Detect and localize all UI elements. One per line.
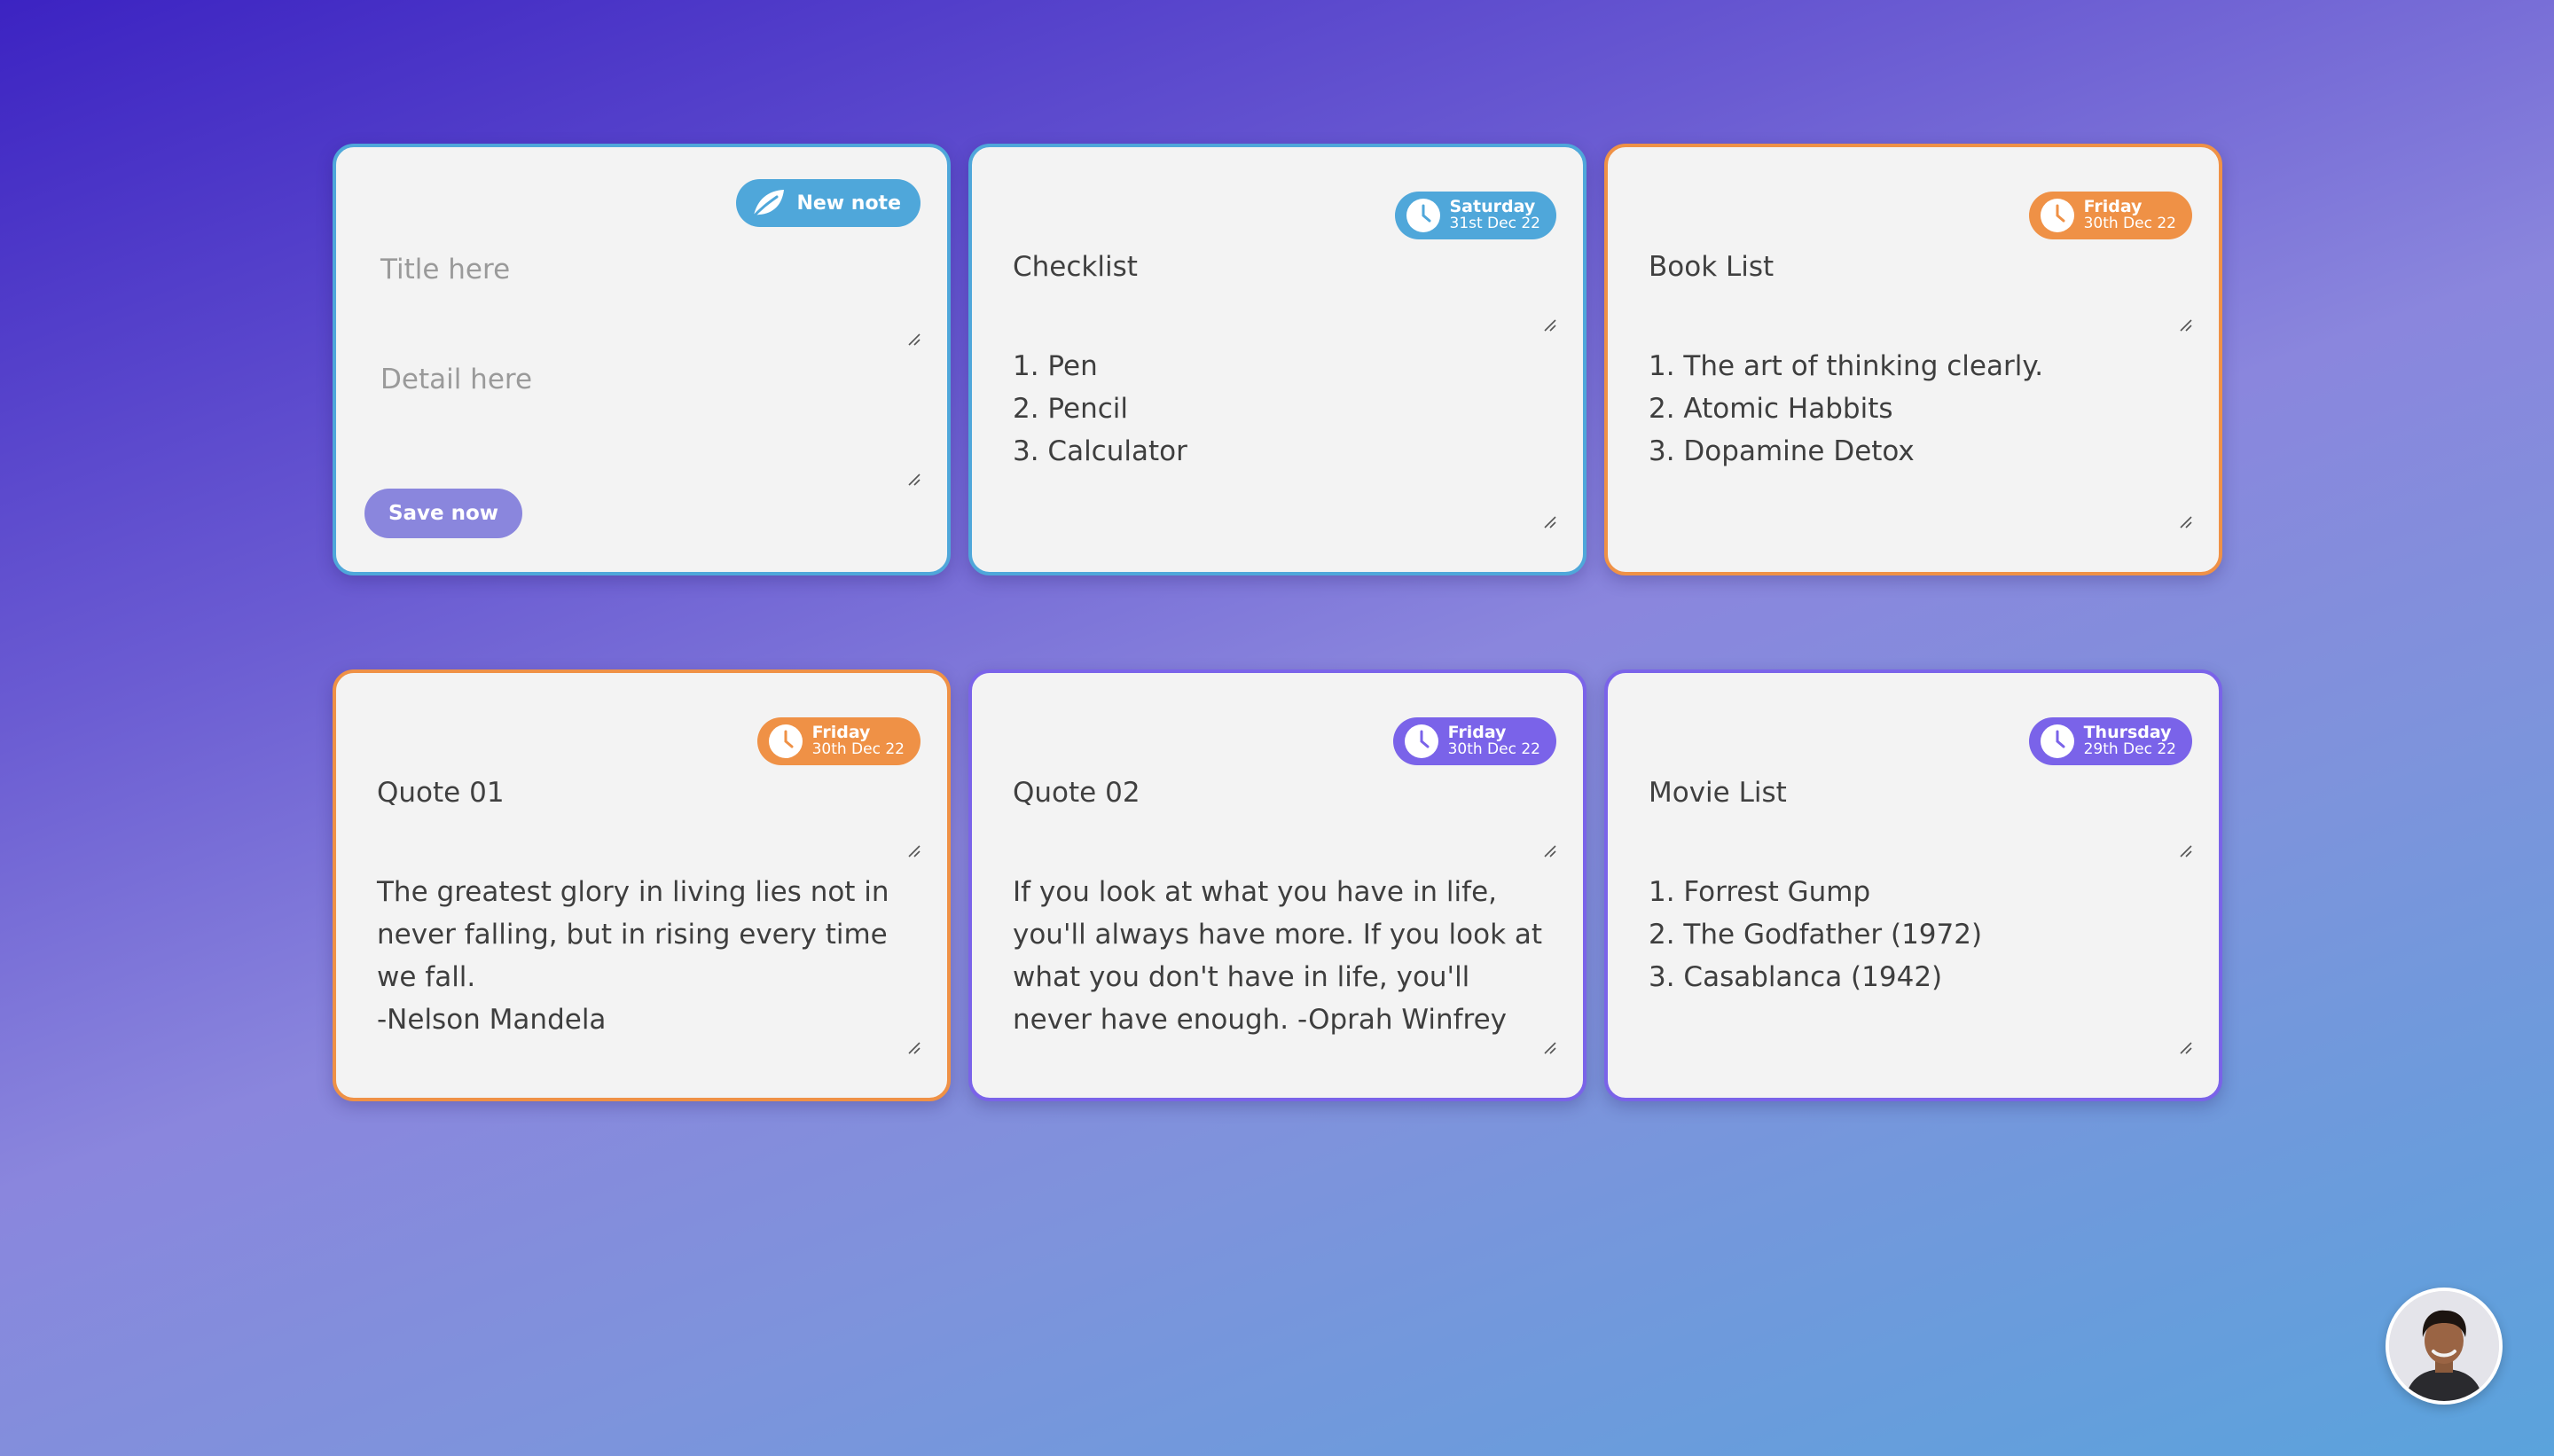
badge-day: Friday [2083,197,2143,216]
resize-grip-icon[interactable] [2178,514,2192,528]
badge-day: Friday [1447,723,1507,742]
badge-date: 30th Dec 22 [2083,215,2176,232]
new-note-badge-label: New note [796,192,901,215]
title-input[interactable]: Title here [380,254,510,286]
badge-date: 30th Dec 22 [1447,740,1540,758]
clock-icon [768,724,803,758]
avatar[interactable] [2386,1288,2503,1405]
note-body[interactable]: 1. Pen 2. Pencil 3. Calculator [1013,345,1547,473]
clock-icon [2040,199,2074,232]
resize-grip-icon[interactable] [2178,1040,2192,1054]
resize-grip-icon[interactable] [906,332,921,346]
note-title[interactable]: Quote 02 [1013,777,1140,809]
clock-icon [2040,724,2074,758]
clock-icon [1406,199,1440,232]
clock-icon [1404,724,1438,758]
save-button[interactable]: Save now [364,489,522,538]
resize-grip-icon[interactable] [1542,514,1556,528]
date-badge: Friday 30th Dec 22 [2028,192,2192,239]
badge-day: Saturday [1449,197,1536,216]
badge-day: Friday [811,723,871,742]
detail-input[interactable]: Detail here [380,364,532,395]
note-card[interactable]: Friday 30th Dec 22 Book List 1. The art … [1604,144,2222,575]
note-body[interactable]: 1. The art of thinking clearly. 2. Atomi… [1649,345,2183,473]
resize-grip-icon[interactable] [2178,843,2192,857]
note-title[interactable]: Checklist [1013,251,1138,283]
note-card[interactable]: Friday 30th Dec 22 Quote 02 If you look … [968,669,1586,1101]
resize-grip-icon[interactable] [906,472,921,486]
resize-grip-icon[interactable] [906,1040,921,1054]
date-badge: Thursday 29th Dec 22 [2028,717,2192,765]
date-badge: Saturday 31st Dec 22 [1394,192,1556,239]
note-card[interactable]: Saturday 31st Dec 22 Checklist 1. Pen 2.… [968,144,1586,575]
badge-date: 31st Dec 22 [1449,215,1541,232]
resize-grip-icon[interactable] [1542,843,1556,857]
note-title[interactable]: Quote 01 [377,777,505,809]
resize-grip-icon[interactable] [1542,1040,1556,1054]
note-title[interactable]: Book List [1649,251,1774,283]
badge-date: 29th Dec 22 [2083,740,2176,758]
date-badge: Friday 30th Dec 22 [756,717,921,765]
resize-grip-icon[interactable] [906,843,921,857]
notes-grid: New note Title here Detail here Save now… [333,144,2222,1101]
new-note-card: New note Title here Detail here Save now [333,144,951,575]
note-card[interactable]: Friday 30th Dec 22 Quote 01 The greatest… [333,669,951,1101]
new-note-badge: New note [736,179,921,227]
note-title[interactable]: Movie List [1649,777,1787,809]
date-badge: Friday 30th Dec 22 [1392,717,1556,765]
note-body[interactable]: If you look at what you have in life, yo… [1013,871,1547,1041]
badge-date: 30th Dec 22 [811,740,905,758]
note-card[interactable]: Thursday 29th Dec 22 Movie List 1. Forre… [1604,669,2222,1101]
badge-day: Thursday [2083,723,2172,742]
resize-grip-icon[interactable] [2178,317,2192,332]
leaf-icon [750,190,785,220]
avatar-image [2389,1291,2499,1401]
note-body[interactable]: The greatest glory in living lies not in… [377,871,912,1041]
resize-grip-icon[interactable] [1542,317,1556,332]
note-body[interactable]: 1. Forrest Gump 2. The Godfather (1972) … [1649,871,2183,998]
